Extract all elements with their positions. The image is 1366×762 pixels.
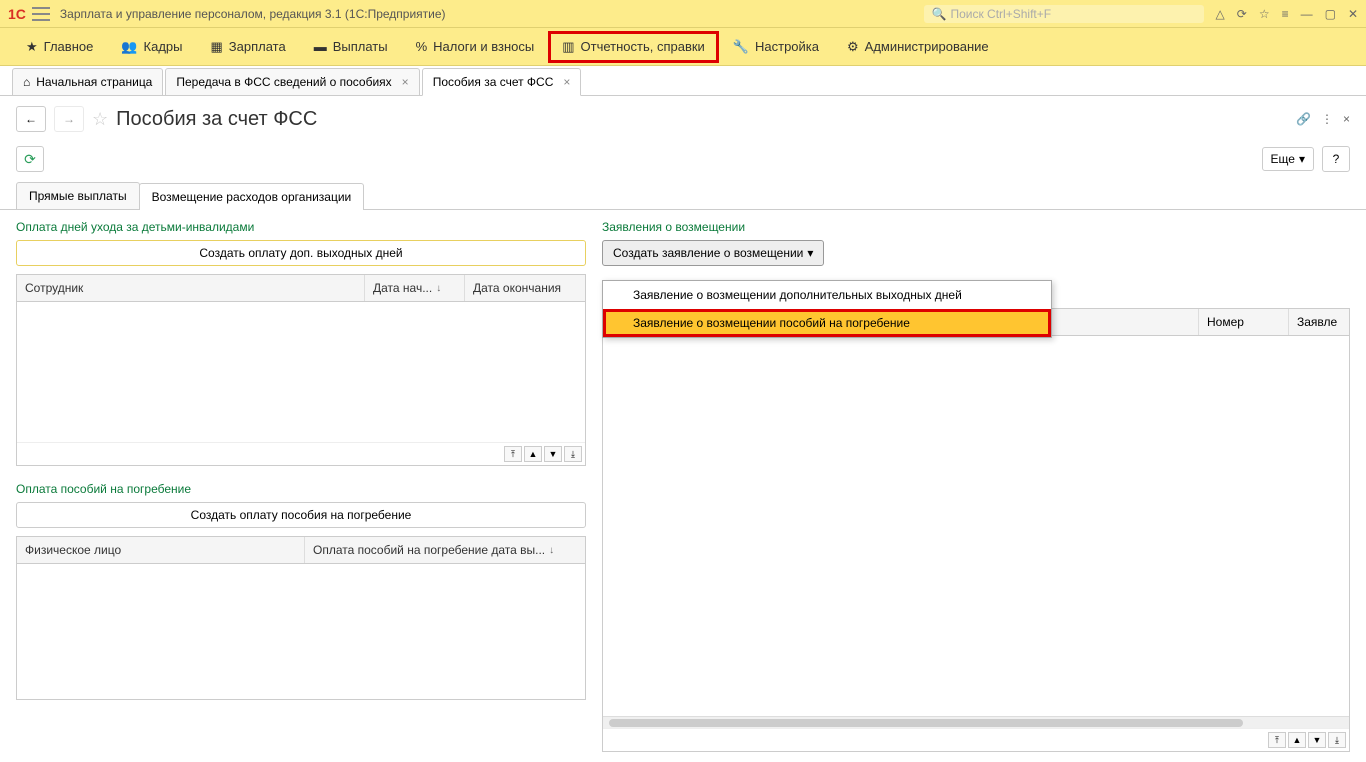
dropdown-menu: Заявление о возмещении дополнительных вы…: [602, 280, 1052, 338]
col-end-date[interactable]: Дата окончания: [465, 275, 585, 301]
sort-top-icon[interactable]: ⤒: [1268, 732, 1286, 748]
search-input[interactable]: 🔍 Поиск Ctrl+Shift+F: [924, 5, 1204, 23]
subtab-direct[interactable]: Прямые выплаты: [16, 182, 140, 209]
page-title: Пособия за счет ФСС: [116, 108, 1288, 131]
favorite-icon[interactable]: ☆: [92, 109, 108, 130]
subtab-reimbursement[interactable]: Возмещение расходов организации: [139, 183, 365, 210]
more-button[interactable]: Еще▾: [1262, 147, 1314, 171]
refresh-button[interactable]: ⟳: [16, 146, 44, 172]
grid-applications: ↓ Номер Заявле ⤒ ▲ ▼ ⤓: [602, 308, 1350, 752]
home-icon: ⌂: [23, 75, 30, 89]
sub-tabs: Прямые выплаты Возмещение расходов орган…: [0, 182, 1366, 210]
col-payment-date[interactable]: Оплата пособий на погребение дата вы...↓: [305, 537, 585, 563]
col-start-date[interactable]: Дата нач...↓: [365, 275, 465, 301]
menu-admin[interactable]: ⚙Администрирование: [833, 31, 1003, 63]
sort-down-icon: ↓: [436, 283, 441, 294]
menu-main[interactable]: ★Главное: [12, 31, 107, 63]
hamburger-icon[interactable]: [32, 7, 50, 21]
create-extra-days-button[interactable]: Создать оплату доп. выходных дней: [16, 240, 586, 266]
content: Оплата дней ухода за детьми-инвалидами С…: [0, 210, 1366, 762]
menu-settings[interactable]: 🔧Настройка: [719, 31, 833, 63]
close-page-icon[interactable]: ×: [1343, 112, 1350, 126]
kebab-icon[interactable]: ⋮: [1321, 112, 1333, 126]
sort-down-icon[interactable]: ▼: [544, 446, 562, 462]
gear-icon: ⚙: [847, 39, 859, 55]
toolbar: ⟳ Еще▾ ?: [0, 142, 1366, 176]
grid-children-care: Сотрудник Дата нач...↓ Дата окончания ⤒ …: [16, 274, 586, 466]
calc-icon: ▦: [210, 39, 222, 55]
chevron-down-icon: ▾: [1299, 152, 1305, 166]
grid-body[interactable]: [17, 564, 585, 699]
menu-taxes[interactable]: %Налоги и взносы: [402, 31, 549, 62]
link-icon[interactable]: 🔗: [1296, 112, 1311, 126]
minimize-icon[interactable]: —: [1301, 7, 1313, 21]
main-menu: ★Главное 👥Кадры ▦Зарплата ▬Выплаты %Нало…: [0, 28, 1366, 66]
bell-icon[interactable]: △: [1216, 7, 1225, 21]
filter-icon[interactable]: ≡: [1282, 7, 1289, 21]
back-button[interactable]: ←: [16, 106, 46, 132]
sort-bottom-icon[interactable]: ⤓: [1328, 732, 1346, 748]
sort-top-icon[interactable]: ⤒: [504, 446, 522, 462]
create-reimbursement-dropdown[interactable]: Создать заявление о возмещении▾: [602, 240, 824, 266]
section-right-title: Заявления о возмещении: [602, 220, 1350, 234]
tab-bar: ⌂Начальная страница Передача в ФСС сведе…: [0, 66, 1366, 96]
col-application[interactable]: Заявле: [1289, 309, 1349, 335]
wallet-icon: ▬: [314, 39, 327, 54]
search-icon: 🔍: [932, 7, 947, 21]
close-icon[interactable]: ×: [402, 75, 409, 89]
wrench-icon: 🔧: [733, 39, 749, 55]
dropdown-item-extra-days[interactable]: Заявление о возмещении дополнительных вы…: [603, 281, 1051, 309]
logo-1c: 1C: [8, 6, 26, 22]
close-icon[interactable]: ✕: [1348, 7, 1358, 21]
col-employee[interactable]: Сотрудник: [17, 275, 365, 301]
sort-up-icon[interactable]: ▲: [524, 446, 542, 462]
grid-body[interactable]: [603, 336, 1349, 716]
grid-body[interactable]: [17, 302, 585, 442]
col-number[interactable]: Номер: [1199, 309, 1289, 335]
create-funeral-button[interactable]: Создать оплату пособия на погребение: [16, 502, 586, 528]
menu-reports[interactable]: ▥Отчетность, справки: [548, 31, 719, 63]
horizontal-scrollbar[interactable]: [603, 716, 1349, 728]
maximize-icon[interactable]: ▢: [1325, 7, 1336, 21]
menu-salary[interactable]: ▦Зарплата: [196, 31, 299, 63]
star-icon[interactable]: ☆: [1259, 7, 1270, 21]
dropdown-item-funeral[interactable]: Заявление о возмещении пособий на погреб…: [603, 309, 1051, 337]
tab-fss-benefits[interactable]: Пособия за счет ФСС×: [422, 68, 582, 96]
star-solid-icon: ★: [26, 39, 38, 55]
report-icon: ▥: [562, 39, 574, 55]
section2-title: Оплата пособий на погребение: [16, 482, 586, 496]
sort-down-icon[interactable]: ▼: [1308, 732, 1326, 748]
tab-fss-transfer[interactable]: Передача в ФСС сведений о пособиях×: [165, 68, 419, 95]
menu-hr[interactable]: 👥Кадры: [107, 31, 196, 63]
tab-home[interactable]: ⌂Начальная страница: [12, 68, 163, 95]
percent-icon: %: [416, 39, 428, 54]
people-icon: 👥: [121, 39, 137, 55]
chevron-down-icon: ▾: [807, 246, 813, 260]
help-button[interactable]: ?: [1322, 146, 1350, 172]
forward-button[interactable]: →: [54, 106, 84, 132]
grid-funeral: Физическое лицо Оплата пособий на погреб…: [16, 536, 586, 700]
titlebar: 1C Зарплата и управление персоналом, ред…: [0, 0, 1366, 28]
sort-bottom-icon[interactable]: ⤓: [564, 446, 582, 462]
page-header: ← → ☆ Пособия за счет ФСС 🔗 ⋮ ×: [0, 96, 1366, 142]
sort-up-icon[interactable]: ▲: [1288, 732, 1306, 748]
sort-down-icon: ↓: [549, 545, 554, 556]
refresh-icon: ⟳: [24, 151, 36, 168]
col-person[interactable]: Физическое лицо: [17, 537, 305, 563]
close-icon[interactable]: ×: [563, 75, 570, 89]
app-title: Зарплата и управление персоналом, редакц…: [60, 7, 924, 21]
history-icon[interactable]: ⟳: [1237, 7, 1247, 21]
menu-payments[interactable]: ▬Выплаты: [300, 31, 402, 62]
section1-title: Оплата дней ухода за детьми-инвалидами: [16, 220, 586, 234]
